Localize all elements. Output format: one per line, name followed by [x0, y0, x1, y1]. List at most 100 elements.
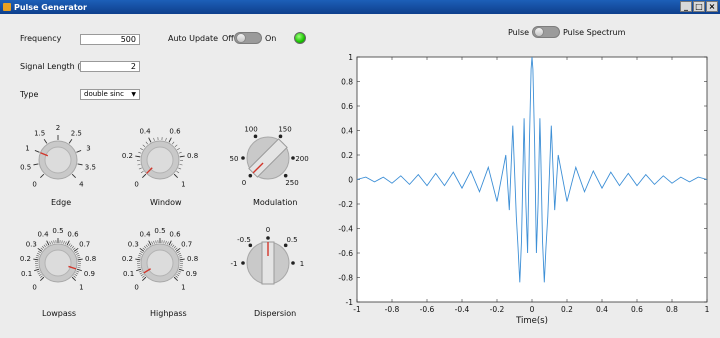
knob-major-tick [34, 150, 40, 153]
knob-minor-tick [138, 151, 142, 154]
knob-minor-tick [75, 251, 78, 254]
knob-minor-tick [72, 247, 76, 250]
knob-major-tick [68, 138, 73, 144]
knob-major-tick [148, 137, 152, 143]
switch-position-dot [283, 173, 288, 178]
knob-minor-tick [145, 141, 148, 145]
knob-minor-tick [172, 141, 175, 145]
knob-minor-tick [139, 272, 143, 275]
knob-minor-tick [43, 244, 46, 248]
knob-tick-label: 0.3 [128, 241, 139, 249]
knob-minor-tick [176, 170, 180, 174]
knob-tick-label: 0.3 [26, 241, 37, 249]
x-axis-label: Time(s) [515, 316, 548, 326]
x-tick-label: -0.6 [420, 305, 435, 314]
knob-minor-tick [68, 243, 71, 247]
knob-minor-tick [177, 251, 180, 254]
knob-minor-tick [38, 251, 41, 254]
switch-position-dot [248, 173, 253, 178]
knob-tick-label: 2 [56, 124, 60, 132]
y-tick-label: 0.4 [341, 127, 353, 136]
knob-major-tick [77, 163, 83, 166]
window-title: Pulse Generator [14, 2, 87, 12]
knob-minor-tick [142, 275, 145, 278]
window-knob-label: Window [150, 198, 182, 207]
status-lamp [294, 32, 306, 44]
frequency-input[interactable]: 500 [80, 34, 140, 45]
dispersion-switch-label: Dispersion [254, 309, 297, 318]
knob-minor-tick [140, 148, 143, 151]
knob-minor-tick [175, 275, 178, 278]
x-tick-label: 1 [705, 305, 710, 314]
close-button[interactable]: × [706, 1, 718, 12]
knob-cap [44, 249, 72, 277]
y-tick-label: 0.6 [341, 102, 353, 111]
knob-minor-tick [35, 256, 39, 259]
knob-minor-tick [151, 241, 153, 245]
auto-update-label: Auto Update [168, 34, 219, 43]
knob-tick-label: 0.2 [122, 255, 133, 263]
type-dropdown[interactable]: double sinc ▼ [80, 89, 140, 100]
window-knob[interactable]: 0 0.2 0.4 0.6 0.8 1 [122, 128, 198, 189]
knob-minor-tick [177, 252, 181, 255]
modulation-switch[interactable]: 0 50 100 150 200 250 [230, 126, 309, 187]
knob-major-tick [135, 155, 141, 158]
knob-tick-label: 0.4 [139, 231, 151, 239]
knob-major-tick [71, 173, 76, 178]
toggle-knob [534, 27, 544, 37]
pulse-spectrum-label: Pulse Spectrum [563, 28, 626, 37]
knob-minor-tick [77, 267, 81, 269]
signal-length-input[interactable]: 2 [80, 61, 140, 72]
knob-major-tick [178, 268, 184, 272]
knob-minor-tick [138, 254, 142, 257]
knob-tick-label: 0.4 [139, 128, 151, 136]
knob-major-tick [76, 150, 82, 153]
auto-update-toggle[interactable] [234, 32, 262, 44]
knob-tick-label: 1 [25, 144, 29, 152]
knob-minor-tick [137, 164, 141, 166]
window-titlebar: Pulse Generator _ □ × [0, 0, 720, 14]
x-tick-label: 0.4 [596, 305, 608, 314]
knob-minor-tick [142, 144, 146, 147]
knob-minor-tick [140, 273, 144, 277]
y-tick-label: 0.2 [341, 151, 353, 160]
knob-minor-tick [75, 252, 79, 255]
knob-major-tick [173, 276, 178, 281]
dispersion-switch[interactable]: -1 -0.5 0 0.5 1 [231, 226, 305, 285]
knob-minor-tick [75, 272, 79, 275]
knob-minor-tick [172, 244, 175, 248]
edge-knob[interactable]: 0 0.5 1 1.5 2 2.5 3 3.5 4 [20, 124, 96, 188]
knob-tick-label: 1.5 [34, 130, 45, 138]
knob-minor-tick [165, 240, 167, 244]
knob-major-tick [66, 240, 70, 246]
knob-minor-tick [137, 267, 141, 269]
toggle-knob [236, 33, 246, 43]
maximize-button[interactable]: □ [693, 1, 705, 12]
lowpass-knob[interactable]: 00.1 0.2 0.30.4 0.5 0.60.7 0.8 0.91 [20, 227, 96, 291]
knob-tick-label: 0.8 [85, 255, 96, 263]
knob-minor-tick [38, 273, 42, 277]
y-tick-label: 0 [348, 176, 353, 185]
x-tick-label: -0.4 [455, 305, 470, 314]
switch-position-dot [278, 134, 283, 139]
knob-minor-tick [153, 240, 155, 244]
signal-length-label: Signal Length (s) [20, 62, 88, 71]
knob-tick-label: 0.2 [20, 255, 31, 263]
pulse-label: Pulse [508, 28, 530, 37]
knob-major-tick [33, 163, 39, 166]
knob-minor-tick [36, 270, 40, 273]
view-toggle[interactable] [532, 26, 560, 38]
knob-major-tick [77, 258, 83, 261]
minimize-button[interactable]: _ [680, 1, 692, 12]
switch-position-label: 1 [300, 260, 304, 268]
plot-area [356, 56, 708, 303]
knob-minor-tick [142, 247, 146, 250]
knob-tick-label: 0.7 [181, 241, 192, 249]
knob-tick-label: 0.4 [37, 231, 49, 239]
highpass-knob-label: Highpass [150, 309, 187, 318]
highpass-knob[interactable]: 00.1 0.2 0.30.4 0.5 0.60.7 0.8 0.91 [122, 227, 198, 291]
knob-minor-tick [167, 241, 169, 245]
knob-tick-label: 0.5 [20, 163, 31, 171]
knob-major-tick [33, 258, 39, 261]
x-tick-label: -0.2 [490, 305, 505, 314]
